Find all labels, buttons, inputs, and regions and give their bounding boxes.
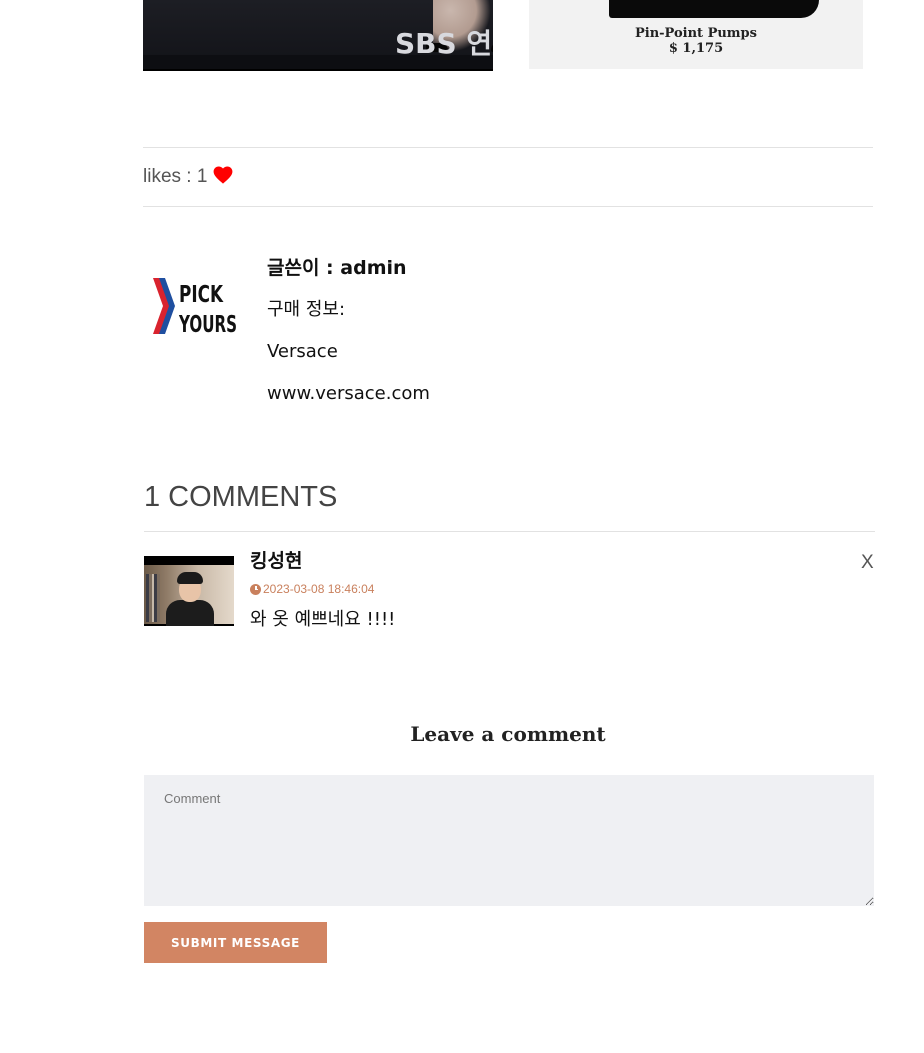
pump-shoe-image — [609, 0, 819, 18]
heart-icon[interactable] — [213, 166, 233, 188]
clock-icon — [250, 583, 261, 595]
avatar-hair — [177, 572, 203, 584]
pump-heel — [609, 0, 615, 12]
logo-text-pick: PICK — [179, 282, 224, 308]
likes-label: likes : 1 — [143, 166, 208, 187]
delete-comment-button[interactable]: X — [861, 552, 874, 574]
post-photo-left: SBS 연 — [143, 0, 493, 71]
comment-text: 와 옷 예쁘네요 !!!! — [250, 609, 396, 630]
leave-comment-title: Leave a comment — [410, 722, 606, 746]
avatar-body — [166, 600, 214, 626]
submit-message-button[interactable]: SUBMIT MESSAGE — [144, 922, 327, 963]
brand-name: Versace — [267, 341, 338, 362]
purchase-info-label: 구매 정보: — [267, 299, 346, 320]
avatar-clothes-rack — [146, 574, 160, 622]
author-info: 글쓴이 : admin 구매 정보: Versace www.versace.c… — [267, 254, 430, 422]
divider — [144, 531, 875, 532]
pick-yours-logo: PICK YOURS — [153, 278, 237, 338]
comment-input[interactable] — [144, 775, 874, 906]
commenter-name: 킹성현 — [250, 550, 303, 572]
product-name: Pin-Point Pumps — [635, 26, 757, 41]
likes-counter[interactable]: likes : 1 — [143, 166, 233, 188]
post-photo-right: Pin-Point Pumps $ 1,175 — [529, 0, 863, 69]
comments-title: 1 COMMENTS — [144, 481, 338, 513]
product-price: $ 1,175 — [668, 41, 724, 56]
brand-website[interactable]: www.versace.com — [267, 380, 430, 422]
divider — [143, 147, 873, 148]
comment-date-text: 2023-03-08 18:46:04 — [263, 582, 375, 596]
author-writer: 글쓴이 : admin — [267, 257, 407, 279]
divider — [143, 206, 873, 207]
comment-date: 2023-03-08 18:46:04 — [250, 582, 374, 596]
commenter-avatar — [144, 556, 234, 626]
logo-text-yours: YOURS — [178, 312, 237, 338]
broadcaster-watermark: SBS 연 — [395, 27, 493, 60]
